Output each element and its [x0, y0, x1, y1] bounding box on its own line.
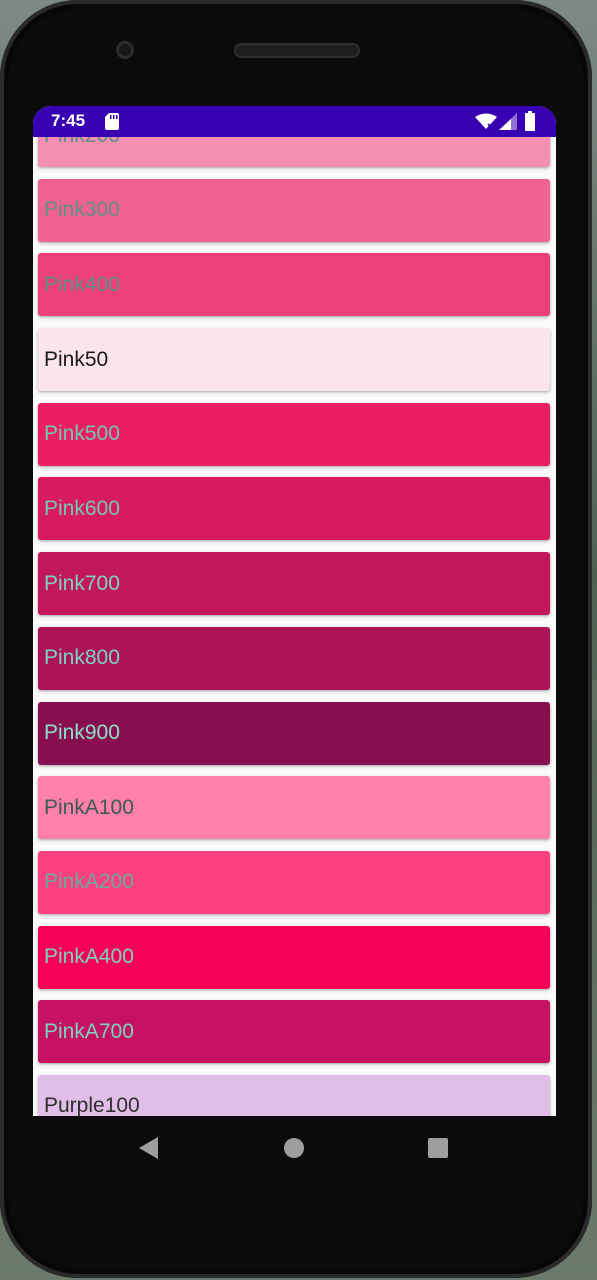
- color-card-label: Pink700: [44, 571, 120, 595]
- color-card-label: PinkA700: [44, 1019, 134, 1043]
- color-card[interactable]: Pink200: [38, 137, 550, 167]
- color-card-label: PinkA100: [44, 795, 134, 819]
- color-card-label: Pink200: [44, 137, 120, 148]
- color-card-label: Pink300: [44, 198, 120, 222]
- color-card[interactable]: Pink300: [38, 178, 550, 242]
- color-list-items: Pink200 Pink300 Pink400 Pink50 Pink500 Pink60…: [38, 137, 550, 1116]
- color-card[interactable]: PinkA400: [38, 925, 550, 989]
- earpiece-speaker: [234, 43, 360, 58]
- color-card-label: Pink600: [44, 496, 120, 520]
- status-time: 7:45: [51, 111, 86, 130]
- color-card[interactable]: PinkA200: [38, 850, 550, 914]
- color-card[interactable]: Pink900: [38, 701, 550, 765]
- color-card-label: PinkA400: [44, 945, 134, 969]
- color-card[interactable]: Pink500: [38, 402, 550, 466]
- back-icon[interactable]: [138, 1136, 160, 1160]
- wifi-icon: [475, 113, 497, 129]
- color-card[interactable]: Pink800: [38, 626, 550, 690]
- device-screen: 7:45 Pink200Pink300Pink400Pink50Pink500P…: [33, 106, 556, 1116]
- color-card-label: PinkA200: [44, 870, 134, 894]
- color-card[interactable]: Pink600: [38, 477, 550, 541]
- color-card[interactable]: Pink700: [38, 552, 550, 616]
- status-bar: 7:45: [33, 106, 556, 137]
- color-card-label: Pink500: [44, 422, 120, 446]
- color-card[interactable]: PinkA100: [38, 776, 550, 840]
- color-card-label: Pink400: [44, 272, 120, 296]
- color-card-label: Pink800: [44, 646, 120, 670]
- navigation-bar: [33, 1116, 556, 1180]
- recents-icon[interactable]: [428, 1138, 448, 1158]
- color-card-label: Pink900: [44, 721, 120, 744]
- color-card-label: Pink50: [44, 347, 109, 371]
- battery-icon: [525, 111, 535, 131]
- home-icon[interactable]: [284, 1138, 304, 1158]
- color-card[interactable]: Pink50: [38, 328, 550, 392]
- color-card-label: Purple100: [44, 1094, 140, 1116]
- color-card[interactable]: Purple100: [38, 1074, 550, 1116]
- front-camera: [116, 41, 134, 59]
- cell-signal-icon: [499, 113, 517, 130]
- sd-card-icon: [105, 113, 119, 130]
- color-card[interactable]: PinkA700: [38, 1000, 550, 1064]
- color-list[interactable]: Pink200 Pink300 Pink400 Pink50 Pink500 Pink60…: [33, 137, 556, 1116]
- color-card[interactable]: Pink400: [38, 253, 550, 317]
